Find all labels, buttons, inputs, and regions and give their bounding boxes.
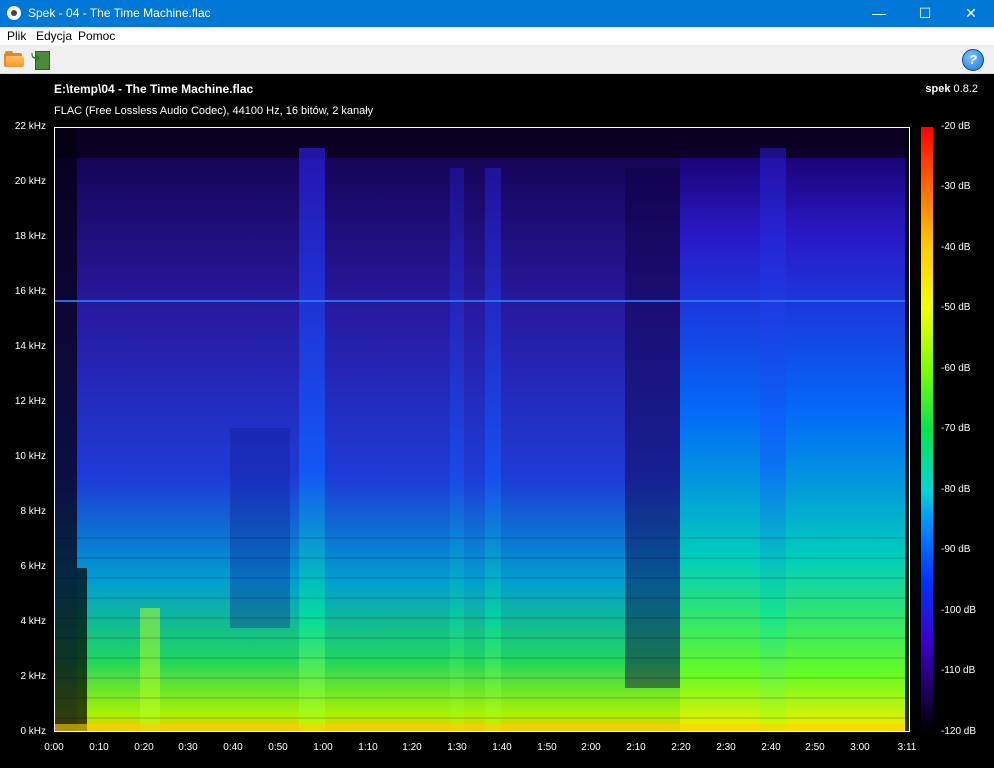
menu-bar: Plik Edycja Pomoc: [0, 27, 994, 45]
folder-open-icon[interactable]: [4, 50, 24, 67]
freq-label: 18 kHz: [14, 231, 46, 242]
time-label: 1:50: [537, 742, 557, 753]
maximize-icon: ☐: [918, 5, 932, 21]
time-label: 1:10: [358, 742, 378, 753]
close-icon: ✕: [965, 5, 977, 21]
title-bar: Spek - 04 - The Time Machine.flac — ☐ ✕: [0, 0, 994, 27]
close-button[interactable]: ✕: [948, 0, 994, 27]
db-color-scale: [921, 127, 933, 732]
time-label: 0:20: [134, 742, 154, 753]
db-label: -80 dB: [941, 484, 971, 495]
time-label: 0:40: [223, 742, 243, 753]
db-label: -120 dB: [941, 726, 977, 737]
db-label: -90 dB: [941, 544, 971, 555]
save-icon[interactable]: ⤷: [31, 49, 51, 70]
time-label: 0:30: [178, 742, 198, 753]
db-label: -100 dB: [941, 605, 977, 616]
time-label: 2:40: [761, 742, 781, 753]
db-label: -50 dB: [941, 302, 971, 313]
time-label: 3:11: [897, 742, 917, 753]
db-label: -30 dB: [941, 181, 971, 192]
time-label: 1:00: [313, 742, 333, 753]
time-label: 2:00: [581, 742, 601, 753]
spectrogram-view: E:\temp\04 - The Time Machine.flac FLAC …: [0, 74, 994, 768]
brand-version: 0.8.2: [953, 83, 978, 95]
minimize-icon: —: [872, 5, 886, 21]
spectrogram-image: [55, 128, 909, 731]
menu-plik[interactable]: Plik: [7, 29, 26, 43]
spek-app-icon: [7, 6, 21, 20]
freq-label: 10 kHz: [14, 451, 46, 462]
db-label: -60 dB: [941, 363, 971, 374]
freq-label: 0 kHz: [20, 726, 46, 737]
time-label: 2:30: [716, 742, 736, 753]
file-title: E:\temp\04 - The Time Machine.flac: [54, 82, 254, 96]
brand-name: spek: [925, 83, 951, 95]
time-label: 2:50: [805, 742, 825, 753]
freq-label: 6 kHz: [20, 561, 46, 572]
time-label: 0:00: [44, 742, 64, 753]
freq-label: 2 kHz: [20, 671, 46, 682]
time-label: 2:10: [626, 742, 646, 753]
freq-label: 22 kHz: [14, 121, 46, 132]
maximize-button[interactable]: ☐: [902, 0, 948, 27]
spectrogram-plot: [54, 127, 910, 732]
menu-pomoc[interactable]: Pomoc: [78, 29, 115, 43]
freq-label: 4 kHz: [20, 616, 46, 627]
window-title: Spek - 04 - The Time Machine.flac: [28, 6, 211, 20]
time-label: 0:10: [89, 742, 109, 753]
time-label: 3:00: [850, 742, 870, 753]
help-icon[interactable]: ?: [962, 49, 984, 71]
freq-label: 12 kHz: [14, 396, 46, 407]
minimize-button[interactable]: —: [856, 0, 902, 27]
freq-label: 14 kHz: [14, 341, 46, 352]
brand-label: spek 0.8.2: [925, 83, 978, 95]
time-label: 1:30: [447, 742, 467, 753]
file-info: FLAC (Free Lossless Audio Codec), 44100 …: [54, 105, 374, 117]
time-label: 1:20: [402, 742, 422, 753]
db-label: -40 dB: [941, 242, 971, 253]
time-label: 0:50: [268, 742, 288, 753]
db-label: -20 dB: [941, 121, 971, 132]
freq-label: 20 kHz: [14, 176, 46, 187]
time-label: 2:20: [671, 742, 691, 753]
toolbar: ⤷ ?: [0, 45, 994, 74]
db-label: -110 dB: [941, 665, 976, 676]
freq-label: 8 kHz: [20, 506, 46, 517]
db-label: -70 dB: [941, 423, 971, 434]
time-label: 1:40: [492, 742, 512, 753]
freq-label: 16 kHz: [14, 286, 46, 297]
menu-edycja[interactable]: Edycja: [36, 29, 72, 43]
